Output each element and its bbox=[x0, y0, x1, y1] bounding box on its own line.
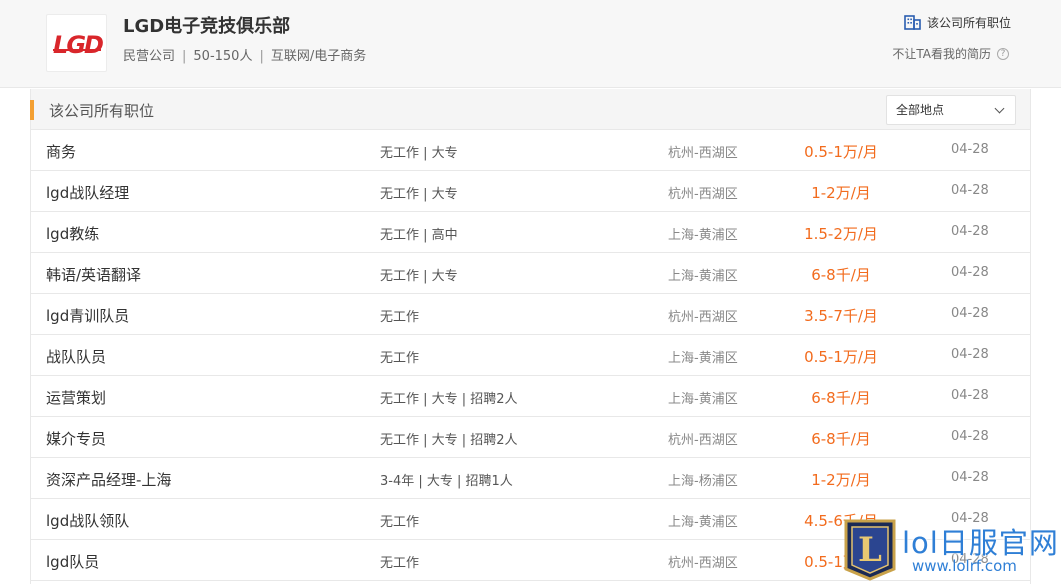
hide-resume-label: 不让TA看我的简历 bbox=[892, 47, 991, 61]
job-location: 上海-黄浦区 bbox=[668, 515, 738, 530]
help-icon[interactable]: ? bbox=[997, 47, 1009, 60]
job-requirements: 无工作 | 大专 | 招聘2人 bbox=[380, 433, 518, 448]
watermark-url: www.lolrf.com bbox=[912, 557, 1017, 575]
league-badge-icon: L bbox=[844, 519, 896, 581]
job-location: 杭州-西湖区 bbox=[668, 556, 738, 571]
job-title[interactable]: 运营策划 bbox=[46, 387, 106, 408]
job-title[interactable]: 战队队员 bbox=[46, 346, 106, 367]
job-salary: 1-2万/月 bbox=[811, 184, 871, 202]
job-requirements: 无工作 bbox=[380, 310, 420, 325]
job-location: 杭州-西湖区 bbox=[668, 433, 738, 448]
job-title[interactable]: lgd战队经理 bbox=[46, 182, 129, 203]
job-row[interactable]: 媒介专员 无工作 | 大专 | 招聘2人 杭州-西湖区 6-8千/月 04-28 bbox=[31, 417, 1030, 458]
lgd-logo-icon: LGD bbox=[53, 31, 105, 59]
job-date: 04-28 bbox=[951, 470, 989, 485]
job-requirements: 无工作 | 大专 bbox=[380, 269, 458, 284]
watermark-text: lol日服官网 bbox=[902, 526, 1059, 560]
job-date: 04-28 bbox=[951, 388, 989, 403]
job-title[interactable]: 韩语/英语翻译 bbox=[46, 264, 141, 285]
job-row[interactable]: lgd青训队员 无工作 杭州-西湖区 3.5-7千/月 04-28 bbox=[31, 294, 1030, 335]
svg-text:L: L bbox=[858, 530, 882, 570]
job-requirements: 无工作 | 大专 bbox=[380, 146, 458, 161]
job-title[interactable]: lgd青训队员 bbox=[46, 305, 129, 326]
job-salary: 0.5-1万/月 bbox=[804, 143, 878, 161]
job-location: 上海-黄浦区 bbox=[668, 228, 738, 243]
job-title[interactable]: lgd教练 bbox=[46, 223, 99, 244]
jobs-panel: 该公司所有职位 全部地点 商务 无工作 | 大专 杭州-西湖区 0.5-1万/月 04-… bbox=[30, 89, 1031, 584]
job-title[interactable]: 资深产品经理-上海 bbox=[46, 469, 171, 490]
meta-separator: | bbox=[259, 49, 264, 64]
job-salary: 6-8千/月 bbox=[811, 266, 871, 284]
svg-text:LGD: LGD bbox=[53, 31, 103, 59]
job-row[interactable]: lgd战队经理 无工作 | 大专 杭州-西湖区 1-2万/月 04-28 bbox=[31, 171, 1030, 212]
job-date: 04-28 bbox=[951, 306, 989, 321]
job-requirements: 无工作 | 大专 | 招聘2人 bbox=[380, 392, 518, 407]
job-requirements: 无工作 bbox=[380, 351, 420, 366]
job-date: 04-28 bbox=[951, 429, 989, 444]
job-location: 上海-黄浦区 bbox=[668, 392, 738, 407]
location-filter-select[interactable]: 全部地点 bbox=[886, 95, 1016, 125]
job-salary: 1.5-2万/月 bbox=[804, 225, 878, 243]
company-meta: 民营公司 | 50-150人 | 互联网/电子商务 bbox=[123, 45, 366, 64]
job-location: 上海-黄浦区 bbox=[668, 269, 738, 284]
company-size: 50-150人 bbox=[193, 49, 253, 64]
job-salary: 3.5-7千/月 bbox=[804, 307, 878, 325]
job-title[interactable]: lgd队员 bbox=[46, 551, 99, 572]
job-title[interactable]: lgd战队领队 bbox=[46, 510, 129, 531]
job-requirements: 无工作 | 高中 bbox=[380, 228, 458, 243]
job-salary: 1-2万/月 bbox=[811, 471, 871, 489]
all-jobs-link[interactable]: 该公司所有职位 bbox=[904, 14, 1011, 31]
watermark: L lol日服官网 www.lolrf.com bbox=[842, 517, 1061, 584]
panel-title: 该公司所有职位 bbox=[49, 102, 155, 120]
location-filter-value: 全部地点 bbox=[896, 103, 945, 117]
job-location: 上海-黄浦区 bbox=[668, 351, 738, 366]
title-accent-bar bbox=[30, 100, 34, 120]
job-list: 商务 无工作 | 大专 杭州-西湖区 0.5-1万/月 04-28 lgd战队经理 无工作 … bbox=[31, 130, 1030, 581]
job-row[interactable]: 商务 无工作 | 大专 杭州-西湖区 0.5-1万/月 04-28 bbox=[31, 130, 1030, 171]
job-salary: 0.5-1万/月 bbox=[804, 348, 878, 366]
chevron-down-icon bbox=[994, 103, 1005, 114]
company-industry: 互联网/电子商务 bbox=[270, 49, 367, 64]
job-title[interactable]: 商务 bbox=[46, 141, 76, 162]
job-row[interactable]: 韩语/英语翻译 无工作 | 大专 上海-黄浦区 6-8千/月 04-28 bbox=[31, 253, 1030, 294]
job-row[interactable]: 运营策划 无工作 | 大专 | 招聘2人 上海-黄浦区 6-8千/月 04-28 bbox=[31, 376, 1030, 417]
job-requirements: 3-4年 | 大专 | 招聘1人 bbox=[380, 474, 513, 489]
all-jobs-link-label: 该公司所有职位 bbox=[926, 16, 1011, 30]
job-salary: 6-8千/月 bbox=[811, 430, 871, 448]
job-row[interactable]: 战队队员 无工作 上海-黄浦区 0.5-1万/月 04-28 bbox=[31, 335, 1030, 376]
jobs-panel-header: 该公司所有职位 全部地点 bbox=[30, 89, 1030, 130]
job-date: 04-28 bbox=[951, 142, 989, 157]
job-requirements: 无工作 | 大专 bbox=[380, 187, 458, 202]
job-date: 04-28 bbox=[951, 183, 989, 198]
building-icon bbox=[904, 15, 921, 30]
meta-separator: | bbox=[182, 49, 187, 64]
job-title[interactable]: 媒介专员 bbox=[46, 428, 106, 449]
job-location: 上海-杨浦区 bbox=[668, 474, 738, 489]
company-name[interactable]: LGD电子竞技俱乐部 bbox=[123, 12, 290, 38]
job-date: 04-28 bbox=[951, 265, 989, 280]
company-header: LGD LGD电子竞技俱乐部 民营公司 | 50-150人 | 互联网/电子商务 该公司… bbox=[0, 0, 1061, 88]
company-type: 民营公司 bbox=[123, 49, 176, 64]
job-requirements: 无工作 bbox=[380, 515, 420, 530]
job-location: 杭州-西湖区 bbox=[668, 187, 738, 202]
job-requirements: 无工作 bbox=[380, 556, 420, 571]
job-row[interactable]: lgd教练 无工作 | 高中 上海-黄浦区 1.5-2万/月 04-28 bbox=[31, 212, 1030, 253]
company-logo[interactable]: LGD bbox=[46, 14, 107, 72]
job-salary: 6-8千/月 bbox=[811, 389, 871, 407]
job-date: 04-28 bbox=[951, 224, 989, 239]
job-row[interactable]: 资深产品经理-上海 3-4年 | 大专 | 招聘1人 上海-杨浦区 1-2万/月 04-… bbox=[31, 458, 1030, 499]
job-location: 杭州-西湖区 bbox=[668, 146, 738, 161]
hide-resume-option[interactable]: 不让TA看我的简历 ? bbox=[892, 45, 1009, 62]
job-date: 04-28 bbox=[951, 347, 989, 362]
job-location: 杭州-西湖区 bbox=[668, 310, 738, 325]
